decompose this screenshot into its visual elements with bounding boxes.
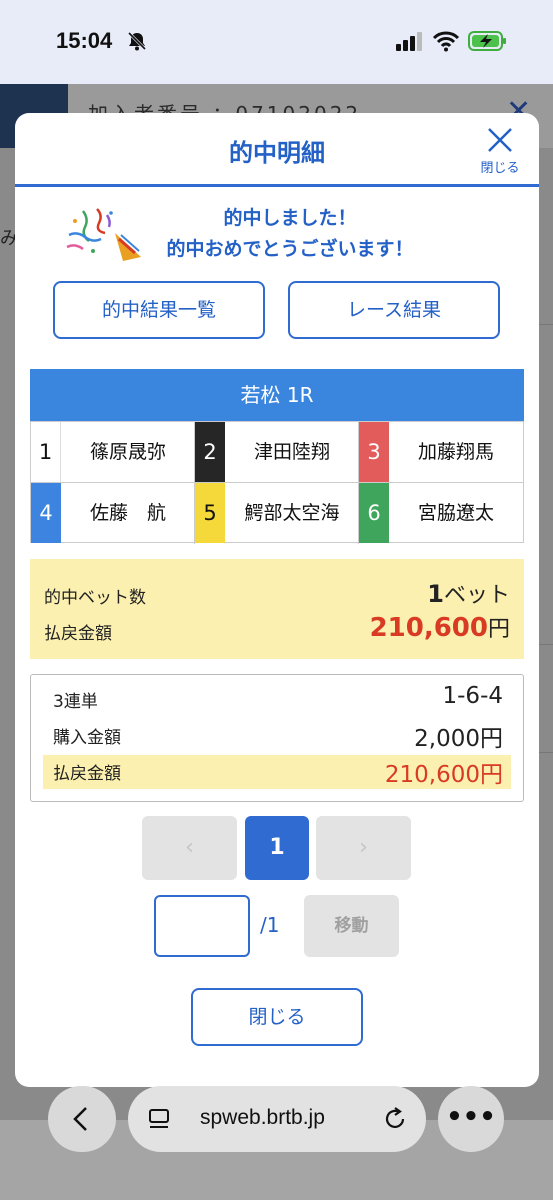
purchase-label: 購入金額: [53, 728, 121, 748]
bet-detail: 3連単 1-6-4 購入金額 2,000円 払戻金額 210,600円: [30, 674, 524, 802]
detail-payout-label: 払戻金額: [53, 764, 121, 784]
hit-detail-modal: 的中明細 閉じる 的中しました！ 的中おめでとうございます！ 的中結果一覧 レー…: [15, 113, 539, 1087]
racer-cell: 1 篠原晟弥: [31, 422, 195, 483]
bet-count-value: 1ベット: [427, 577, 510, 609]
page-number-input[interactable]: [154, 895, 250, 957]
close-icon[interactable]: [485, 125, 515, 155]
racer-name: 宮脇遼太: [417, 502, 494, 524]
racer-name: 篠原晟弥: [89, 441, 166, 463]
bell-muted-icon: [127, 31, 147, 51]
payout-row: 払戻金額 210,600円: [43, 755, 511, 789]
congrats-line-2: 的中おめでとうございます！: [166, 238, 414, 260]
racer-name: 加藤翔馬: [417, 441, 494, 463]
status-bar: 15:04: [0, 0, 553, 84]
url-text: spweb.brtb.jp: [200, 1106, 325, 1129]
racer-name: 鰐部太空海: [244, 502, 340, 524]
purchase-row: 購入金額 2,000円: [43, 719, 511, 753]
hit-summary: 的中ベット数 1ベット 払戻金額 210,600円: [30, 559, 524, 659]
race-result-button[interactable]: レース結果: [288, 281, 500, 339]
modal-title: 的中明細: [229, 139, 325, 167]
bet-type-label: 3連単: [53, 692, 98, 712]
chevron-left-icon: [73, 1107, 87, 1131]
address-bar[interactable]: spweb.brtb.jp: [128, 1086, 426, 1152]
payout-label: 払戻金額: [44, 624, 112, 644]
battery-charging-icon: [468, 31, 506, 51]
congrats-line-1: 的中しました！: [223, 207, 357, 229]
racer-grid: 1 篠原晟弥 2 津田陸翔 3 加藤翔馬 4 佐藤 航 5 鰐部太空海 6 宮脇…: [30, 421, 524, 544]
bet-combination: 1-6-4: [442, 683, 504, 709]
move-button[interactable]: 移動: [304, 895, 399, 957]
racer-number: 6: [359, 483, 389, 543]
racer-name: 津田陸翔: [253, 441, 330, 463]
racer-cell: 6 宮脇遼太: [359, 483, 523, 544]
next-page-button[interactable]: ›: [316, 816, 411, 880]
page-total: /1: [260, 913, 280, 937]
bet-count-label: 的中ベット数: [44, 588, 146, 608]
race-title: 若松 1R: [30, 369, 524, 421]
racer-cell: 2 津田陸翔: [195, 422, 359, 483]
racer-number: 3: [359, 422, 389, 482]
racer-cell: 3 加藤翔馬: [359, 422, 523, 483]
current-page-button[interactable]: 1: [245, 816, 309, 880]
purchase-amount: 2,000円: [414, 726, 503, 752]
close-button[interactable]: 閉じる: [191, 988, 363, 1046]
racer-number: 1: [31, 422, 61, 482]
reload-icon[interactable]: [382, 1106, 408, 1132]
payout-value: 210,600円: [370, 611, 510, 643]
racer-cell: 5 鰐部太空海: [195, 483, 359, 544]
prev-page-button[interactable]: ‹: [142, 816, 237, 880]
signal-icon: [396, 32, 422, 51]
more-dots-icon: •••: [446, 1102, 496, 1132]
racer-number: 2: [195, 422, 225, 482]
congrats-message: 的中しました！ 的中おめでとうございます！: [135, 203, 445, 265]
payout-unit: 円: [487, 617, 510, 642]
modal-header: 的中明細 閉じる: [15, 113, 539, 187]
payout-amount: 210,600: [369, 613, 488, 643]
racer-cell: 4 佐藤 航: [31, 483, 195, 544]
wifi-icon: [432, 31, 460, 52]
hit-results-list-button[interactable]: 的中結果一覧: [53, 281, 265, 339]
bet-count: 1: [427, 580, 444, 608]
more-options-button[interactable]: •••: [438, 1086, 504, 1152]
party-popper-icon: [66, 208, 141, 261]
detail-payout-amount: 210,600円: [384, 762, 503, 788]
racer-name: 佐藤 航: [89, 502, 166, 524]
page-menu-icon[interactable]: [148, 1108, 172, 1130]
status-time: 15:04: [56, 28, 113, 53]
bet-unit: ベット: [443, 583, 510, 608]
browser-back-button[interactable]: [48, 1086, 116, 1152]
racer-number: 5: [195, 483, 225, 543]
bet-type-row: 3連単 1-6-4: [43, 683, 511, 717]
close-label[interactable]: 閉じる: [475, 157, 525, 176]
racer-number: 4: [31, 483, 61, 543]
